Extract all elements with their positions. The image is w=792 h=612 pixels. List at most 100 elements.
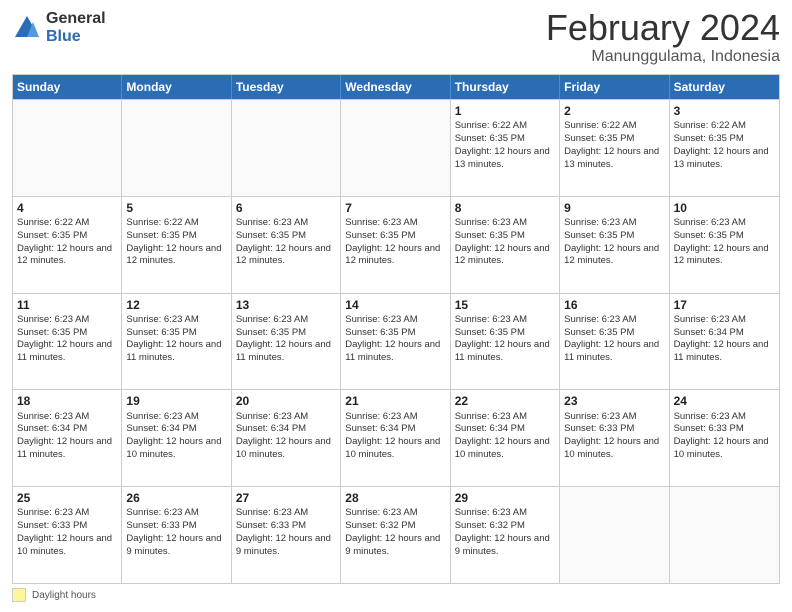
day-number: 20 [236, 393, 336, 409]
sunrise-time: Sunrise: 6:22 AM [126, 217, 198, 228]
calendar-cell-3: 3Sunrise: 6:22 AMSunset: 6:35 PMDaylight… [670, 100, 779, 196]
sunset-time: Sunset: 6:35 PM [674, 230, 744, 241]
day-number: 11 [17, 297, 117, 313]
weekday-header-monday: Monday [122, 75, 231, 99]
title-month-year: February 2024 [546, 10, 780, 46]
sunset-time: Sunset: 6:35 PM [564, 230, 634, 241]
legend-label: Daylight hours [32, 590, 96, 601]
weekday-header-friday: Friday [560, 75, 669, 99]
daylight-hours: Daylight: 12 hours and 11 minutes. [126, 339, 221, 363]
calendar-cell-empty-0-2 [232, 100, 341, 196]
logo-icon [12, 13, 42, 43]
sunset-time: Sunset: 6:35 PM [564, 327, 634, 338]
sunset-time: Sunset: 6:34 PM [17, 423, 87, 434]
sunset-time: Sunset: 6:34 PM [236, 423, 306, 434]
sunrise-time: Sunrise: 6:23 AM [564, 217, 636, 228]
day-number: 29 [455, 490, 555, 506]
calendar-cell-23: 23Sunrise: 6:23 AMSunset: 6:33 PMDayligh… [560, 390, 669, 486]
calendar-week-2: 4 Sunrise: 6:22 AM Sunset: 6:35 PM Daylight… [13, 196, 779, 293]
calendar-cell-21: 21Sunrise: 6:23 AMSunset: 6:34 PMDayligh… [341, 390, 450, 486]
sunset-time: Sunset: 6:33 PM [564, 423, 634, 434]
day-number: 17 [674, 297, 775, 313]
calendar-cell-27: 27Sunrise: 6:23 AMSunset: 6:33 PMDayligh… [232, 487, 341, 583]
sunset-time: Sunset: 6:35 PM [126, 327, 196, 338]
legend-color-box [12, 588, 26, 602]
calendar-cell-2: 2Sunrise: 6:22 AMSunset: 6:35 PMDaylight… [560, 100, 669, 196]
calendar-cell-17: 17Sunrise: 6:23 AMSunset: 6:34 PMDayligh… [670, 294, 779, 390]
calendar-cell-10: 10Sunrise: 6:23 AMSunset: 6:35 PMDayligh… [670, 197, 779, 293]
daylight-hours: Daylight: 12 hours and 11 minutes. [236, 339, 331, 363]
day-number: 21 [345, 393, 445, 409]
sunrise-time: Sunrise: 6:23 AM [674, 411, 746, 422]
title-block: February 2024 Manunggulama, Indonesia [546, 10, 780, 66]
calendar-cell-15: 15Sunrise: 6:23 AMSunset: 6:35 PMDayligh… [451, 294, 560, 390]
daylight-hours: Daylight: 12 hours and 12 minutes. [236, 243, 331, 267]
sunset-time: Sunset: 6:33 PM [236, 520, 306, 531]
day-number: 26 [126, 490, 226, 506]
sunrise-time: Sunrise: 6:23 AM [17, 411, 89, 422]
daylight-hours: Daylight: 12 hours and 11 minutes. [17, 339, 112, 363]
daylight-hours: Daylight: 12 hours and 10 minutes. [17, 533, 112, 557]
day-number: 10 [674, 200, 775, 216]
daylight-hours: Daylight: 12 hours and 11 minutes. [674, 339, 769, 363]
calendar-header: SundayMondayTuesdayWednesdayThursdayFrid… [13, 75, 779, 99]
daylight-hours: Daylight: 12 hours and 11 minutes. [345, 339, 440, 363]
calendar-cell-25: 25Sunrise: 6:23 AMSunset: 6:33 PMDayligh… [13, 487, 122, 583]
sunrise-time: Sunrise: 6:23 AM [126, 507, 198, 518]
day-number: 23 [564, 393, 664, 409]
sunrise-time: Sunrise: 6:23 AM [345, 217, 417, 228]
day-number: 8 [455, 200, 555, 216]
calendar-cell-12: 12Sunrise: 6:23 AMSunset: 6:35 PMDayligh… [122, 294, 231, 390]
calendar-cell-26: 26Sunrise: 6:23 AMSunset: 6:33 PMDayligh… [122, 487, 231, 583]
sunset-time: Sunset: 6:32 PM [455, 520, 525, 531]
sunset-time: Sunset: 6:35 PM [236, 327, 306, 338]
calendar-cell-9: 9Sunrise: 6:23 AMSunset: 6:35 PMDaylight… [560, 197, 669, 293]
calendar-cell-8: 8Sunrise: 6:23 AMSunset: 6:35 PMDaylight… [451, 197, 560, 293]
day-number: 16 [564, 297, 664, 313]
sunset-time: Sunset: 6:35 PM [455, 327, 525, 338]
sunrise-time: Sunrise: 6:22 AM [564, 120, 636, 131]
calendar-cell-4: 4Sunrise: 6:22 AMSunset: 6:35 PMDaylight… [13, 197, 122, 293]
daylight-hours: Daylight: 12 hours and 11 minutes. [455, 339, 550, 363]
calendar-week-3: 11Sunrise: 6:23 AMSunset: 6:35 PMDayligh… [13, 293, 779, 390]
sunrise-time: Sunrise: 6:23 AM [236, 411, 308, 422]
daylight-hours: Daylight: 12 hours and 13 minutes. [564, 146, 659, 170]
weekday-header-tuesday: Tuesday [232, 75, 341, 99]
weekday-header-wednesday: Wednesday [341, 75, 450, 99]
day-number: 14 [345, 297, 445, 313]
sunrise-time: Sunrise: 6:23 AM [126, 411, 198, 422]
sunrise-time: Sunrise: 6:23 AM [236, 314, 308, 325]
sunset-time: Sunset: 6:35 PM [236, 230, 306, 241]
logo: General Blue [12, 10, 106, 45]
calendar-cell-empty-4-6 [670, 487, 779, 583]
sunset-time: Sunset: 6:34 PM [455, 423, 525, 434]
calendar-cell-28: 28Sunrise: 6:23 AMSunset: 6:32 PMDayligh… [341, 487, 450, 583]
sunset-time: Sunset: 6:35 PM [126, 230, 196, 241]
daylight-hours: Daylight: 12 hours and 9 minutes. [455, 533, 550, 557]
calendar-cell-1: 1Sunrise: 6:22 AMSunset: 6:35 PMDaylight… [451, 100, 560, 196]
sunset-time: Sunset: 6:32 PM [345, 520, 415, 531]
calendar-cell-19: 19Sunrise: 6:23 AMSunset: 6:34 PMDayligh… [122, 390, 231, 486]
daylight-hours: Daylight: 12 hours and 9 minutes. [126, 533, 221, 557]
sunset-time: Sunset: 6:33 PM [674, 423, 744, 434]
sunset-time: Sunset: 6:35 PM [345, 327, 415, 338]
daylight-hours: Daylight: 12 hours and 9 minutes. [236, 533, 331, 557]
logo-general-label: General [46, 10, 106, 28]
sunrise-time: Sunrise: 6:23 AM [17, 507, 89, 518]
day-number: 28 [345, 490, 445, 506]
calendar-week-1: 1Sunrise: 6:22 AMSunset: 6:35 PMDaylight… [13, 99, 779, 196]
sunset-time: Sunset: 6:34 PM [345, 423, 415, 434]
title-location: Manunggulama, Indonesia [546, 48, 780, 66]
sunset-time: Sunset: 6:35 PM [564, 133, 634, 144]
day-number: 4 [17, 200, 117, 216]
day-number: 7 [345, 200, 445, 216]
sunrise-time: Sunrise: 6:23 AM [455, 217, 527, 228]
sunset-time: Sunset: 6:35 PM [17, 327, 87, 338]
calendar-cell-empty-0-0 [13, 100, 122, 196]
daylight-hours: Daylight: 12 hours and 10 minutes. [564, 436, 659, 460]
day-number: 19 [126, 393, 226, 409]
daylight-hours: Daylight: 12 hours and 10 minutes. [236, 436, 331, 460]
day-number: 6 [236, 200, 336, 216]
weekday-header-thursday: Thursday [451, 75, 560, 99]
header: General Blue February 2024 Manunggulama,… [12, 10, 780, 66]
